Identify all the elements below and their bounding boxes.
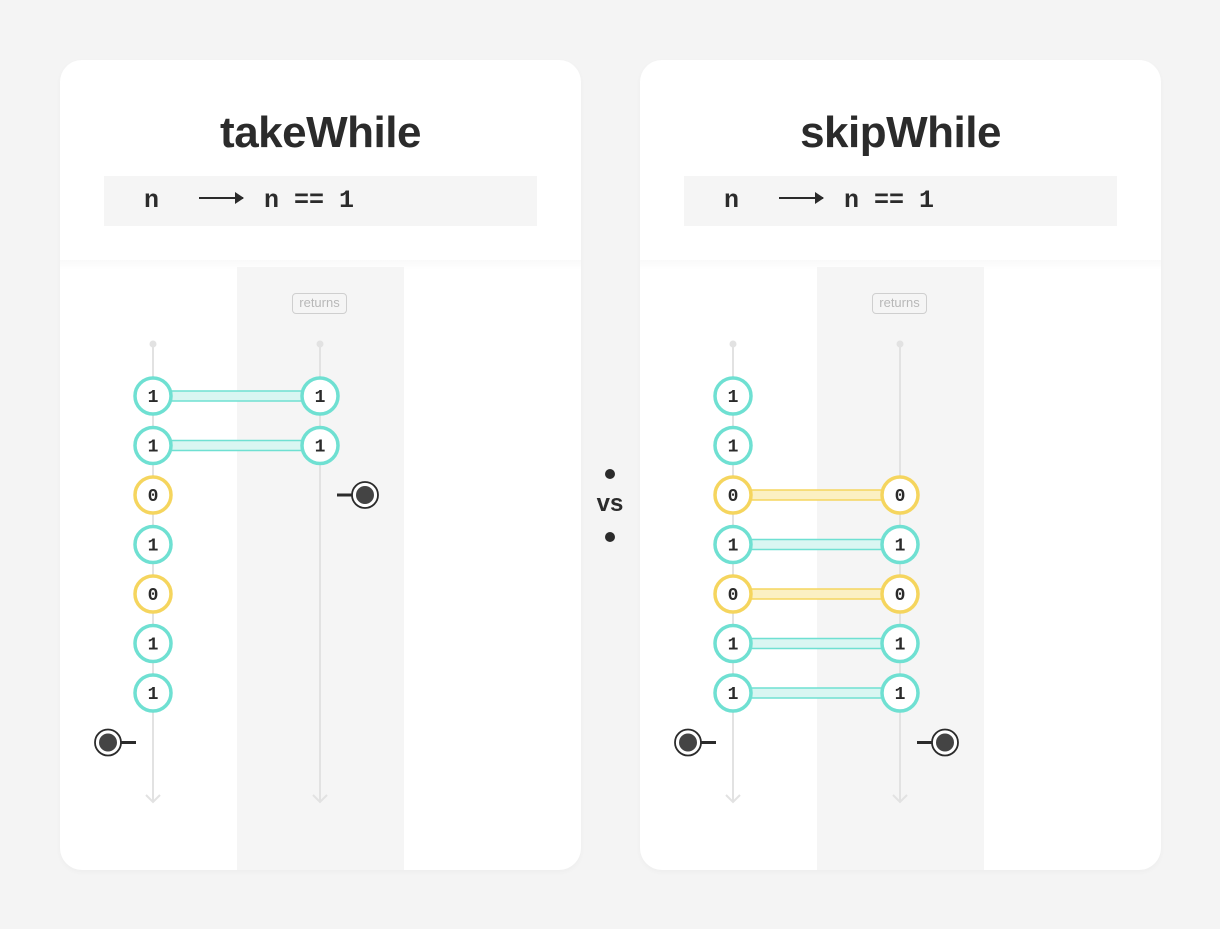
marble-value: 0 — [728, 487, 739, 507]
marble-value: 1 — [315, 438, 326, 458]
marble-value: 0 — [148, 586, 159, 606]
emission-link — [169, 439, 304, 452]
marble-value: 1 — [148, 388, 159, 408]
marble: 1 — [133, 425, 173, 466]
separator-dot — [605, 532, 615, 542]
skipwhile-panel: skipWhile n n == 1 returns 110101101011 — [640, 60, 1161, 870]
marble: 1 — [300, 376, 340, 416]
marble-diagram: 1 1 0 1 0 1 1 1 1 — [94, 340, 379, 804]
emission-link — [169, 390, 304, 402]
marble-value: 1 — [315, 388, 326, 408]
marble-value: 1 — [728, 636, 739, 656]
completion-dot — [99, 733, 117, 752]
marble: 0 — [713, 475, 753, 515]
marble-value: 1 — [148, 685, 159, 705]
completion-dot — [936, 733, 954, 752]
marble-value: 1 — [895, 685, 906, 705]
marble: 1 — [300, 425, 340, 466]
marble: 1 — [713, 524, 753, 565]
marble-value: 1 — [895, 537, 906, 557]
completion-dot — [679, 733, 697, 752]
marble: 1 — [133, 623, 173, 664]
marble-value: 1 — [728, 685, 739, 705]
marble: 0 — [880, 475, 920, 515]
marble-value: 1 — [895, 636, 906, 656]
marble-value: 1 — [728, 438, 739, 458]
marble-value: 1 — [148, 438, 159, 458]
emission-link — [749, 538, 884, 551]
marble: 0 — [133, 475, 173, 515]
marble-value: 0 — [148, 487, 159, 507]
separator-dot — [605, 469, 615, 479]
marble-value: 1 — [148, 537, 159, 557]
marble: 1 — [713, 376, 753, 416]
completion-dot — [356, 486, 374, 504]
marble: 1 — [713, 425, 753, 466]
vs-separator: vs — [580, 460, 640, 550]
marble: 1 — [713, 623, 753, 664]
marble: 0 — [713, 574, 753, 614]
marble: 1 — [133, 524, 173, 565]
marble-value: 1 — [148, 636, 159, 656]
marble: 1 — [133, 673, 173, 713]
emission-link — [749, 489, 884, 501]
emission-link — [749, 588, 884, 600]
marble: 1 — [133, 376, 173, 416]
marble-value: 1 — [728, 537, 739, 557]
marble: 1 — [713, 673, 753, 713]
marble-diagram: 1 1 0 1 0 1 1 0 1 0 1 1 — [674, 340, 959, 804]
marble: 1 — [880, 673, 920, 713]
emission-link — [749, 637, 884, 650]
takewhile-panel: takeWhile n n == 1 returns 110101111 — [60, 60, 581, 870]
marble-value: 1 — [728, 388, 739, 408]
marble: 0 — [880, 574, 920, 614]
marble-value: 0 — [895, 487, 906, 507]
marble: 1 — [880, 524, 920, 565]
marble-value: 0 — [728, 586, 739, 606]
marble: 0 — [133, 574, 173, 614]
emission-link — [749, 687, 884, 699]
marble: 1 — [880, 623, 920, 664]
marble-value: 0 — [895, 586, 906, 606]
vs-label: vs — [596, 490, 624, 517]
